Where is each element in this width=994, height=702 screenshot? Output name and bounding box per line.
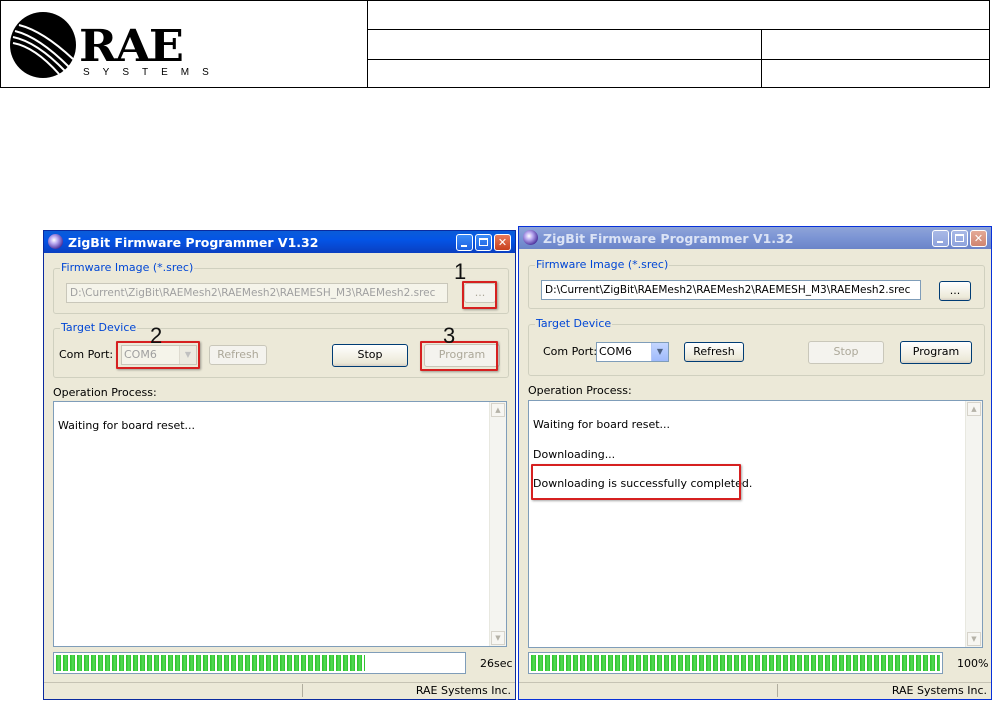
com-port-value: COM6	[599, 345, 632, 358]
maximize-icon	[479, 238, 488, 246]
progress-bar	[528, 652, 943, 674]
minimize-button[interactable]	[932, 230, 949, 247]
annotation-number-2: 2	[150, 323, 163, 348]
document-header: RAE SYSTEMS	[0, 0, 990, 88]
scroll-up-icon[interactable]: ▲	[967, 402, 981, 416]
annotation-box-3	[420, 341, 498, 371]
progress-percent: 100%	[957, 657, 989, 670]
operation-log[interactable]: Waiting for board reset... ▲ ▼	[53, 401, 507, 647]
com-port-label: Com Port:	[59, 348, 114, 361]
app-icon	[523, 230, 538, 245]
header-rule-1	[367, 29, 989, 30]
maximize-button[interactable]	[475, 234, 492, 251]
annotation-number-1: 1	[454, 259, 467, 284]
minimize-icon	[461, 245, 467, 247]
status-bar: RAE Systems Inc.	[519, 682, 991, 699]
header-rule-2	[367, 59, 989, 60]
stop-button[interactable]: Stop	[332, 344, 408, 367]
close-button[interactable]: ✕	[970, 230, 987, 247]
maximize-icon	[955, 234, 964, 242]
progress-fill	[56, 655, 365, 671]
progress-fill	[531, 655, 940, 671]
refresh-button[interactable]: Refresh	[209, 345, 267, 365]
status-company: RAE Systems Inc.	[415, 684, 511, 697]
maximize-button[interactable]	[951, 230, 968, 247]
annotation-number-3: 3	[443, 323, 456, 348]
rae-logo-icon	[10, 12, 76, 78]
window-title: ZigBit Firmware Programmer V1.32	[543, 231, 794, 246]
operation-process-label: Operation Process:	[53, 386, 157, 399]
annotation-box-completed	[531, 464, 741, 500]
log-line: Waiting for board reset...	[533, 418, 671, 431]
app-icon	[48, 234, 63, 249]
header-divider	[761, 29, 762, 87]
stop-button[interactable]: Stop	[808, 341, 884, 364]
target-group-label: Target Device	[60, 321, 138, 334]
operation-process-label: Operation Process:	[528, 384, 632, 397]
log-line: Downloading...	[533, 448, 616, 461]
browse-button[interactable]: ...	[939, 281, 971, 301]
status-bar: RAE Systems Inc.	[44, 682, 515, 699]
chevron-down-icon: ▼	[651, 343, 668, 361]
annotation-box-1	[462, 281, 497, 309]
log-scrollbar[interactable]: ▲ ▼	[489, 402, 506, 646]
target-group-label: Target Device	[535, 317, 613, 330]
com-port-select[interactable]: COM6 ▼	[596, 342, 669, 362]
status-company: RAE Systems Inc.	[891, 684, 987, 697]
firmware-path-field[interactable]: D:\Current\ZigBit\RAEMesh2\RAEMesh2\RAEM…	[66, 283, 448, 303]
log-scrollbar[interactable]: ▲ ▼	[965, 401, 982, 647]
com-port-label: Com Port:	[543, 345, 598, 358]
firmware-path-field[interactable]: D:\Current\ZigBit\RAEMesh2\RAEMesh2\RAEM…	[541, 280, 921, 300]
firmware-group-label: Firmware Image (*.srec)	[535, 258, 670, 271]
log-line: Waiting for board reset...	[58, 419, 196, 432]
right-titlebar[interactable]: ZigBit Firmware Programmer V1.32 ✕	[519, 227, 991, 249]
firmware-group-label: Firmware Image (*.srec)	[60, 261, 195, 274]
firmware-image-group: Firmware Image (*.srec) D:\Current\ZigBi…	[528, 258, 985, 309]
status-divider	[302, 684, 303, 697]
program-button[interactable]: Program	[900, 341, 972, 364]
close-button[interactable]: ✕	[494, 234, 511, 251]
progress-bar	[53, 652, 466, 674]
refresh-button[interactable]: Refresh	[684, 342, 744, 362]
scroll-down-icon[interactable]: ▼	[491, 631, 505, 645]
left-titlebar[interactable]: ZigBit Firmware Programmer V1.32 ✕	[44, 231, 515, 253]
firmware-image-group: Firmware Image (*.srec) D:\Current\ZigBi…	[53, 261, 509, 314]
minimize-icon	[937, 241, 943, 243]
logo-subtext: SYSTEMS	[83, 67, 222, 78]
progress-time: 26sec	[480, 657, 513, 670]
window-title: ZigBit Firmware Programmer V1.32	[68, 235, 319, 250]
left-programmer-window: ZigBit Firmware Programmer V1.32 ✕ Firmw…	[43, 230, 516, 700]
scroll-down-icon[interactable]: ▼	[967, 632, 981, 646]
right-programmer-window: ZigBit Firmware Programmer V1.32 ✕ Firmw…	[518, 226, 992, 700]
logo-wordmark: RAE	[79, 20, 184, 72]
target-device-group: Target Device Com Port: COM6 ▼ Refresh S…	[528, 317, 985, 376]
close-icon: ✕	[497, 236, 508, 249]
close-icon: ✕	[973, 232, 984, 245]
operation-log[interactable]: Waiting for board reset... Downloading..…	[528, 400, 983, 648]
minimize-button[interactable]	[456, 234, 473, 251]
logo-cell: RAE SYSTEMS	[1, 1, 368, 87]
scroll-up-icon[interactable]: ▲	[491, 403, 505, 417]
status-divider	[777, 684, 778, 697]
